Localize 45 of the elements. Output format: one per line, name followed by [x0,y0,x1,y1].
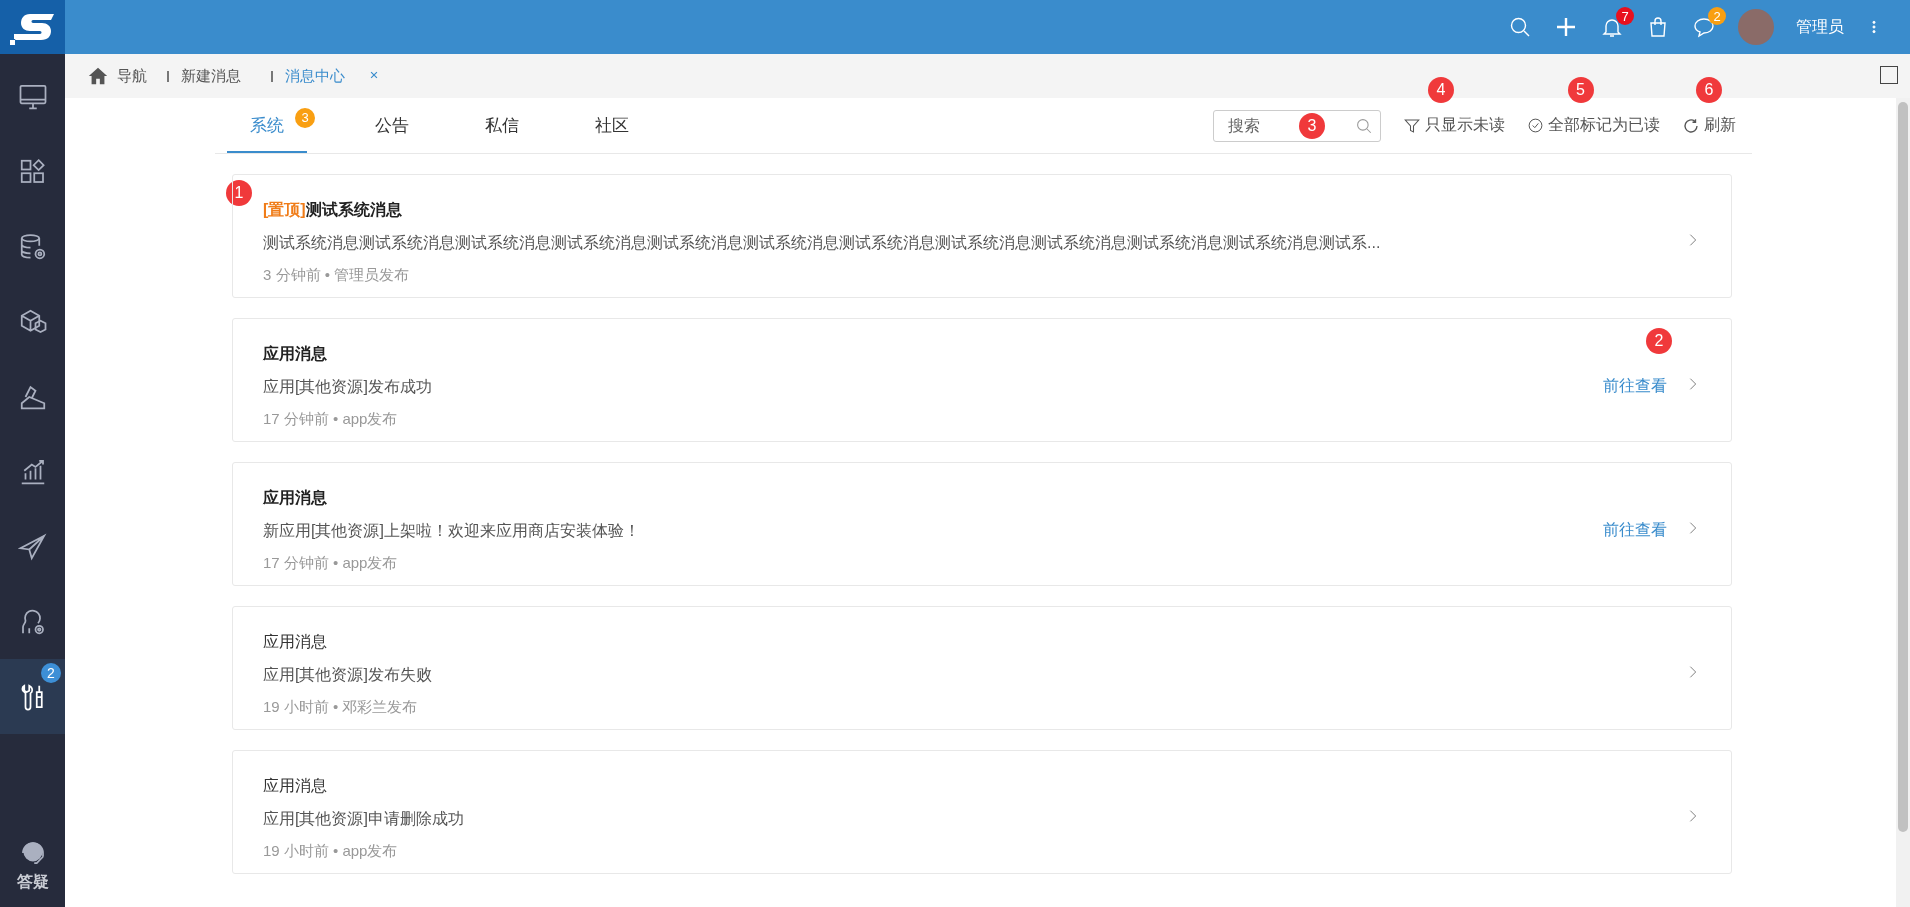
add-icon[interactable] [1554,15,1578,39]
maximize-button[interactable] [1880,66,1898,84]
message-card[interactable]: 应用消息 新应用[其他资源]上架啦！欢迎来应用商店安装体验！ 17 分钟前 • app发布 前往查看 [232,462,1732,586]
tab[interactable]: 私信 [447,98,557,153]
message-title: 应用消息 [263,775,328,796]
message-title: 应用消息 [263,631,328,652]
breadcrumb-tab[interactable]: 导航 [87,65,159,87]
tab-badge: 3 [295,108,315,128]
message-card[interactable]: 应用消息 应用[其他资源]发布失败 19 小时前 • 邓彩兰发布 [232,606,1732,730]
message-body: 测试系统消息测试系统消息测试系统消息测试系统消息测试系统消息测试系统消息测试系统消息测试系统消息测试系统消息测试系统消息测试系统消息测试系... [263,232,1382,253]
number-marker: 1 [226,180,252,206]
sidebar-badge: 2 [41,663,61,683]
check-circle-icon [1527,117,1544,134]
view-link[interactable]: 前往查看 [1603,375,1667,397]
search-icon [1355,116,1373,135]
filter-icon [1403,116,1421,135]
plus-icon [1554,15,1578,39]
tab[interactable]: 公告 [337,98,447,153]
user-name[interactable]: 管理员 [1796,16,1844,38]
message-body: 新应用[其他资源]上架啦！欢迎来应用商店安装体验！ [263,520,641,541]
home-icon [87,65,109,87]
message-meta: 17 分钟前 • app发布 [263,409,399,429]
message-meta: 17 分钟前 • app发布 [263,553,399,573]
message-body: 应用[其他资源]发布成功 [263,376,433,397]
refresh-icon [1682,116,1700,135]
view-link[interactable]: 前往查看 [1603,519,1667,541]
breadcrumb-tab[interactable]: 新建消息 [181,66,263,86]
chat-bubble-icon [1692,15,1716,39]
message-meta: 19 小时前 • app发布 [263,841,399,861]
chat-button[interactable] [1692,15,1716,39]
message-meta: 3 分钟前 • 管理员发布 [263,265,411,285]
message-body: 应用[其他资源]发布失败 [263,664,433,685]
paper-plane-icon [17,531,48,562]
message-card[interactable]: 应用消息 应用[其他资源]申请删除成功 19 小时前 • app发布 [232,750,1732,874]
message-body: 应用[其他资源]申请删除成功 [263,808,465,829]
message-title: 应用消息 [263,487,328,508]
notification-badge: 7 [1616,7,1634,25]
number-marker: 2 [1646,328,1672,354]
scrollbar-thumb[interactable] [1898,102,1908,832]
help-label[interactable]: 答疑 [16,872,49,893]
message-title: 应用消息 [263,343,328,364]
tab[interactable]: 社区 [557,98,667,153]
message-title: [置顶]测试系统消息 [263,199,403,220]
chat-badge: 2 [1708,7,1726,25]
message-meta: 19 小时前 • 邓彩兰发布 [263,697,419,717]
